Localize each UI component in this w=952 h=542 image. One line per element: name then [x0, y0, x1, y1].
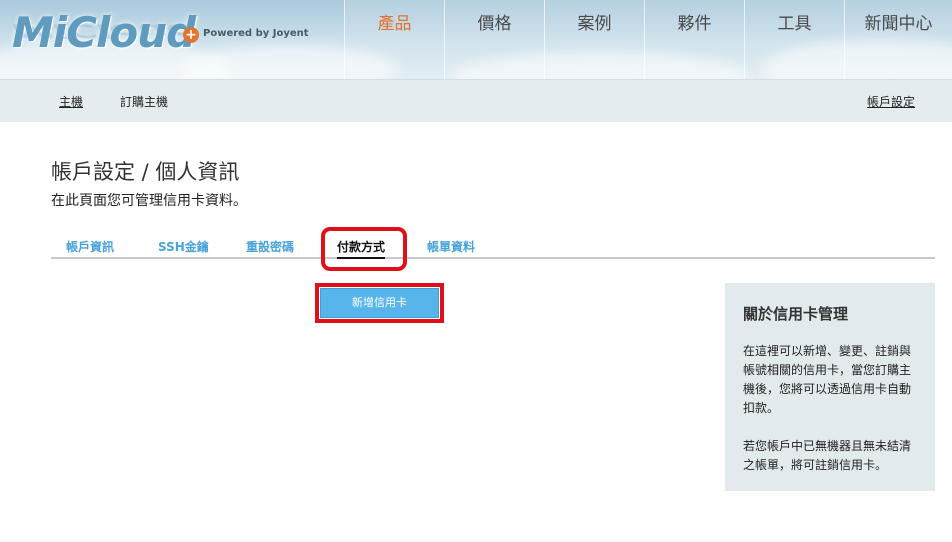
tab-billing-info[interactable]: 帳單資料: [427, 238, 475, 255]
plus-icon: +: [183, 27, 199, 43]
credit-card-help-panel: 關於信用卡管理 在這裡可以新增、變更、註銷與帳號相關的信用卡，當您訂購主機後，您…: [725, 283, 935, 491]
help-panel-paragraph: 在這裡可以新增、變更、註銷與帳號相關的信用卡，當您訂購主機後，您將可以透過信用卡…: [743, 344, 912, 415]
nav-item-tools[interactable]: 工具: [744, 0, 844, 79]
logo-reflection: MiCloud: [12, 19, 196, 42]
account-tabs: 帳戶資訊 SSH金鑰 重設密碼 付款方式 帳單資料: [51, 232, 935, 259]
help-panel-paragraph: 若您帳戶中已無機器且無未結清之帳單，將可註銷信用卡。: [743, 439, 912, 472]
page-title: 帳戶設定 / 個人資訊: [51, 160, 240, 184]
subnav-link-order-machine[interactable]: 訂購主機: [120, 93, 168, 110]
subnav-link-account-settings[interactable]: 帳戶設定: [867, 93, 915, 110]
nav-item-partners[interactable]: 夥件: [644, 0, 744, 79]
site-header: MiCloud MiCloud + Powered by Joyent 產品 價…: [0, 0, 952, 79]
main-nav: 產品 價格 案例 夥件 工具 新聞中心: [344, 0, 952, 79]
nav-item-cases[interactable]: 案例: [544, 0, 644, 79]
page-description: 在此頁面您可管理信用卡資料。: [51, 193, 247, 209]
subnav-link-machines[interactable]: 主機: [59, 93, 83, 110]
nav-item-news[interactable]: 新聞中心: [844, 0, 952, 79]
tab-account-info[interactable]: 帳戶資訊: [66, 238, 114, 255]
add-credit-card-button[interactable]: 新增信用卡: [320, 288, 439, 318]
highlight-box-payment-tab: [321, 227, 407, 271]
nav-item-products[interactable]: 產品: [344, 0, 444, 79]
nav-item-pricing[interactable]: 價格: [444, 0, 544, 79]
sub-nav: 主機 訂購主機 帳戶設定: [0, 79, 952, 122]
help-panel-title: 關於信用卡管理: [743, 305, 849, 323]
tab-reset-password[interactable]: 重設密碼: [246, 238, 294, 255]
powered-by-label: Powered by Joyent: [203, 28, 309, 39]
tab-ssh-keys[interactable]: SSH金鑰: [158, 238, 209, 255]
